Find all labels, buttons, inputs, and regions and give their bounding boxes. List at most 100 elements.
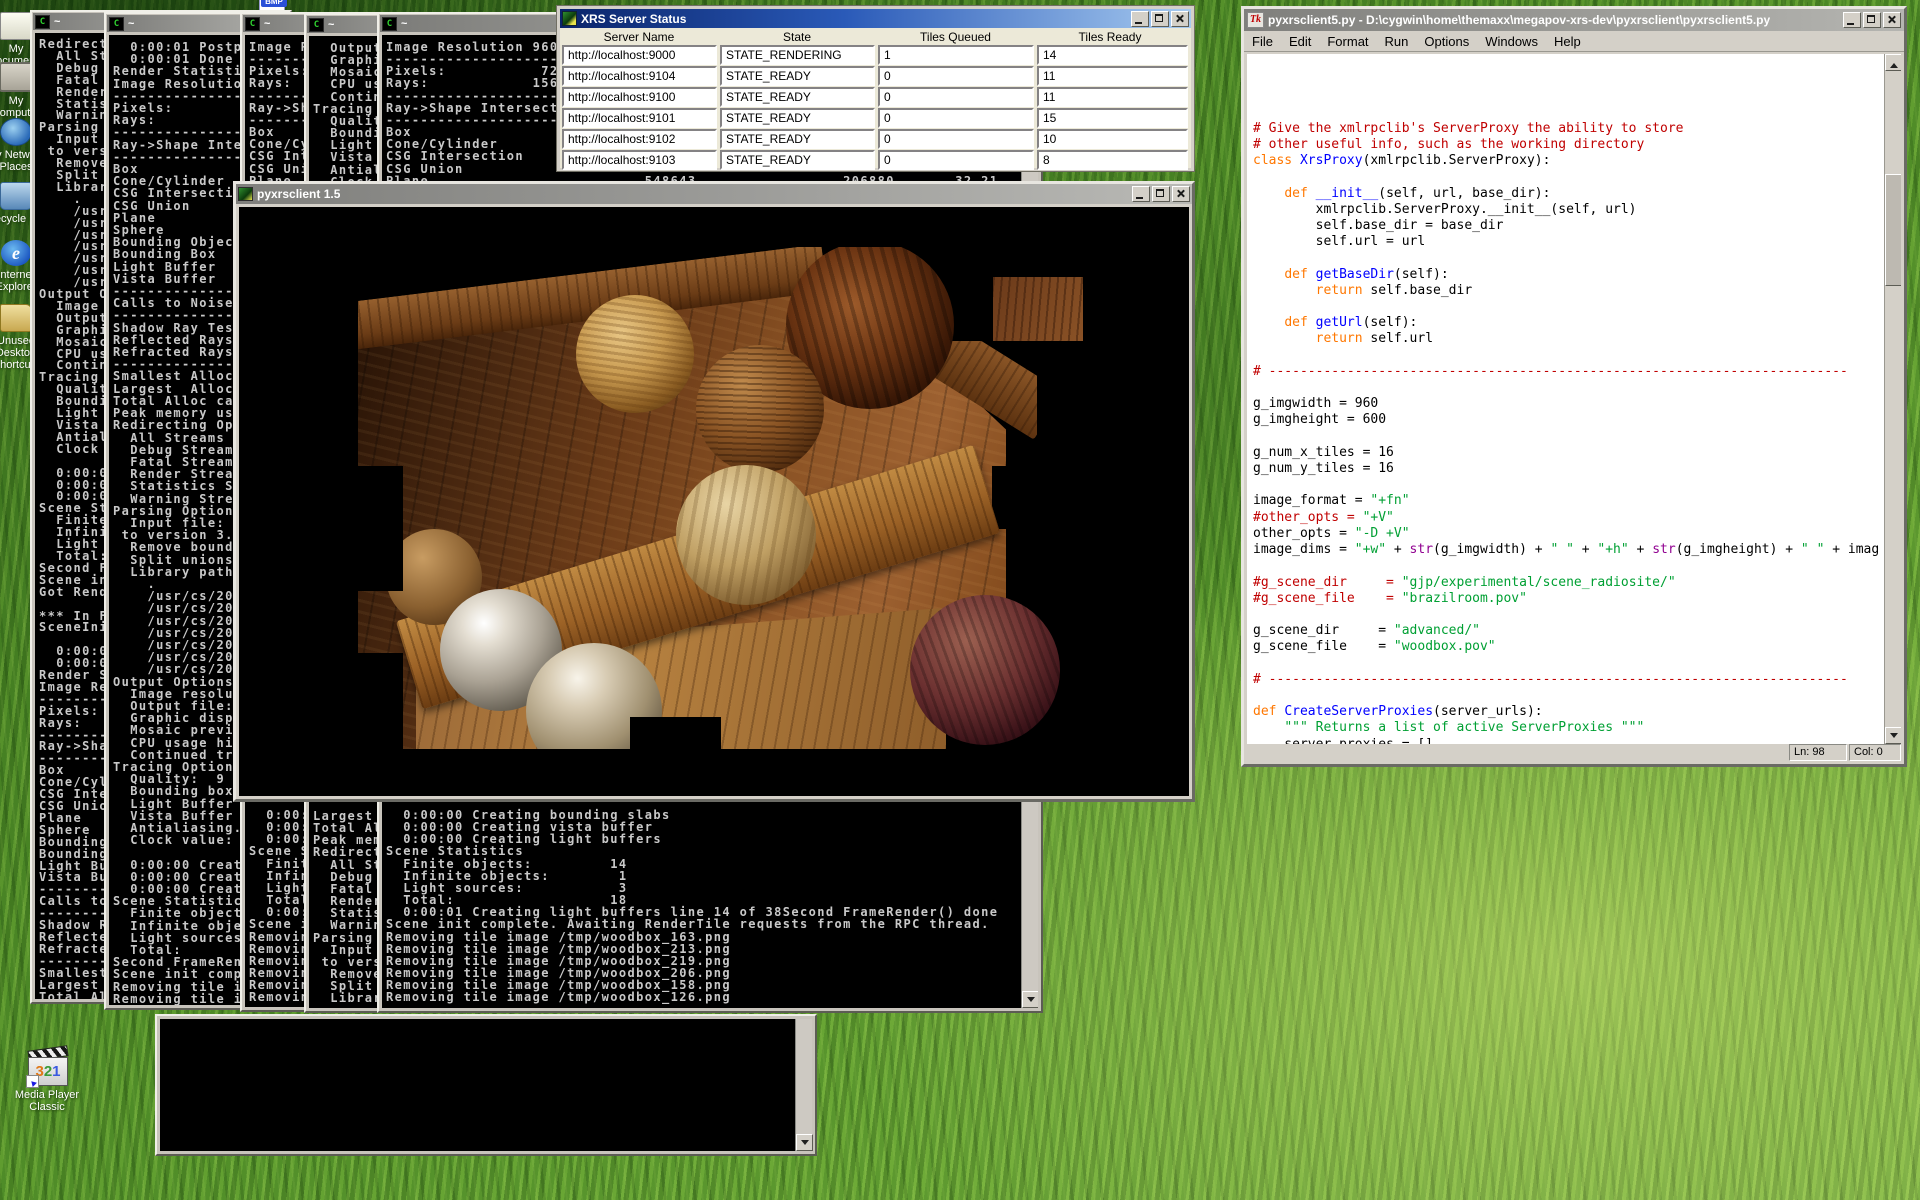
menu-bar: FileEditFormatRunOptionsWindowsHelp <box>1244 31 1904 52</box>
cygwin-icon: C <box>382 17 397 31</box>
unrendered-tile <box>358 653 403 749</box>
server-row[interactable]: http://localhost:9104STATE_READY011 <box>562 66 1190 86</box>
code-line: return self.url <box>1253 331 1883 347</box>
server-cell: STATE_READY <box>720 150 875 170</box>
maximize-icon <box>1156 189 1164 197</box>
menu-help[interactable]: Help <box>1546 34 1589 49</box>
window-titlebar[interactable]: Tk pyxrsclient5.py - D:\cygwin\home\them… <box>1244 9 1904 31</box>
menu-options[interactable]: Options <box>1416 34 1477 49</box>
console-title: ~ <box>401 18 407 30</box>
table-header-row: Server Name State Tiles Queued Tiles Rea… <box>560 28 1191 45</box>
cygwin-icon: C <box>245 17 260 31</box>
pyxrsclient-app-icon <box>238 187 253 201</box>
window-titlebar[interactable]: XRS Server Status <box>560 9 1191 28</box>
recycle-bin-icon <box>0 182 32 210</box>
server-cell: 0 <box>878 66 1034 86</box>
editor-scrollbar[interactable] <box>1884 54 1901 744</box>
code-line <box>1253 380 1883 396</box>
desktop-icon-label: Media Player Classic <box>4 1089 90 1113</box>
code-line: # Give the xmlrpclib's ServerProxy the a… <box>1253 121 1883 137</box>
network-globe-icon <box>0 118 32 146</box>
server-cell: 1 <box>878 45 1034 65</box>
column-header-tiles-queued: Tiles Queued <box>876 30 1035 44</box>
scroll-down-button[interactable] <box>1022 991 1038 1008</box>
server-row[interactable]: http://localhost:9100STATE_READY011 <box>562 87 1190 107</box>
code-line: return self.base_dir <box>1253 283 1883 299</box>
code-line <box>1253 607 1883 623</box>
menu-format[interactable]: Format <box>1319 34 1376 49</box>
server-row[interactable]: http://localhost:9000STATE_RENDERING114 <box>562 45 1190 65</box>
menu-edit[interactable]: Edit <box>1281 34 1319 49</box>
minimize-button[interactable] <box>1132 186 1150 202</box>
close-button[interactable] <box>1883 12 1901 28</box>
code-line: g_scene_file = "woodbox.pov" <box>1253 639 1883 655</box>
code-line: g_imgheight = 600 <box>1253 412 1883 428</box>
code-line: #g_scene_file = "brazilroom.pov" <box>1253 591 1883 607</box>
scroll-up-button[interactable] <box>1885 54 1901 71</box>
column-header-server-name: Server Name <box>560 30 718 44</box>
code-line <box>1253 250 1883 266</box>
scrollbar-thumb[interactable] <box>1885 174 1901 286</box>
tk-python-icon: Tk <box>1247 12 1264 28</box>
close-button[interactable] <box>1172 186 1190 202</box>
arrow-up-icon <box>1890 59 1898 68</box>
code-line: g_scene_dir = "advanced/" <box>1253 623 1883 639</box>
console-title: ~ <box>328 19 334 31</box>
cygwin-icon: C <box>35 15 50 29</box>
server-cell: STATE_RENDERING <box>720 45 875 65</box>
code-line <box>1253 688 1883 704</box>
close-button[interactable] <box>1171 11 1189 27</box>
code-line: # --------------------------------------… <box>1253 364 1883 380</box>
wooden-sphere <box>676 465 816 605</box>
cygwin-icon: C <box>109 17 124 31</box>
code-line: #g_scene_dir = "gjp/experimental/scene_r… <box>1253 575 1883 591</box>
code-text: # Give the xmlrpclib's ServerProxy the a… <box>1253 56 1883 744</box>
scroll-down-button[interactable] <box>1885 727 1901 744</box>
unrendered-tile <box>630 717 721 749</box>
column-number-indicator: Col: 0 <box>1849 744 1901 761</box>
server-cell: 0 <box>878 108 1034 128</box>
arrow-down-icon <box>1027 997 1035 1006</box>
minimize-button[interactable] <box>1843 12 1861 28</box>
code-line: self.url = url <box>1253 234 1883 250</box>
server-row[interactable]: http://localhost:9103STATE_READY08 <box>562 150 1190 170</box>
code-line: g_num_x_tiles = 16 <box>1253 445 1883 461</box>
maximize-button[interactable] <box>1151 11 1169 27</box>
server-cell: http://localhost:9000 <box>562 45 717 65</box>
desktop-icon-media-player-classic[interactable]: 321 Media Player Classic <box>4 1048 90 1113</box>
folder-icon <box>0 304 32 332</box>
code-line <box>1253 299 1883 315</box>
code-editor[interactable]: # Give the xmlrpclib's ServerProxy the a… <box>1247 54 1901 744</box>
code-line <box>1253 105 1883 121</box>
maximize-icon <box>1867 15 1875 23</box>
server-cell: 14 <box>1037 45 1188 65</box>
code-line: class XrsProxy(xmlrpclib.ServerProxy): <box>1253 153 1883 169</box>
console-scrollbar[interactable] <box>795 1019 812 1151</box>
code-line <box>1253 169 1883 185</box>
code-line: def __init__(self, url, base_dir): <box>1253 186 1883 202</box>
minimize-button[interactable] <box>1131 11 1149 27</box>
menu-file[interactable]: File <box>1244 34 1281 49</box>
server-cell: http://localhost:9102 <box>562 129 717 149</box>
menu-run[interactable]: Run <box>1377 34 1417 49</box>
server-cell: http://localhost:9101 <box>562 108 717 128</box>
minimize-icon <box>1136 197 1143 199</box>
code-line: server_proxies = [] <box>1253 737 1883 744</box>
maximize-icon <box>1155 14 1163 22</box>
maximize-button[interactable] <box>1863 12 1881 28</box>
maximize-button[interactable] <box>1152 186 1170 202</box>
code-line: image_dims = "+w" + str(g_imgwidth) + " … <box>1253 542 1883 558</box>
code-line <box>1253 348 1883 364</box>
menu-windows[interactable]: Windows <box>1477 34 1546 49</box>
window-titlebar[interactable]: pyxrsclient 1.5 <box>236 184 1192 204</box>
code-line <box>1253 88 1883 104</box>
window-title: XRS Server Status <box>581 12 1127 26</box>
server-cell: STATE_READY <box>720 129 875 149</box>
server-row[interactable]: http://localhost:9101STATE_READY015 <box>562 108 1190 128</box>
shortcut-arrow-icon <box>26 1075 39 1088</box>
code-line <box>1253 558 1883 574</box>
console-window-empty <box>155 1014 817 1156</box>
scroll-down-button[interactable] <box>796 1134 813 1151</box>
server-row[interactable]: http://localhost:9102STATE_READY010 <box>562 129 1190 149</box>
code-line: def CreateServerProxies(server_urls): <box>1253 704 1883 720</box>
